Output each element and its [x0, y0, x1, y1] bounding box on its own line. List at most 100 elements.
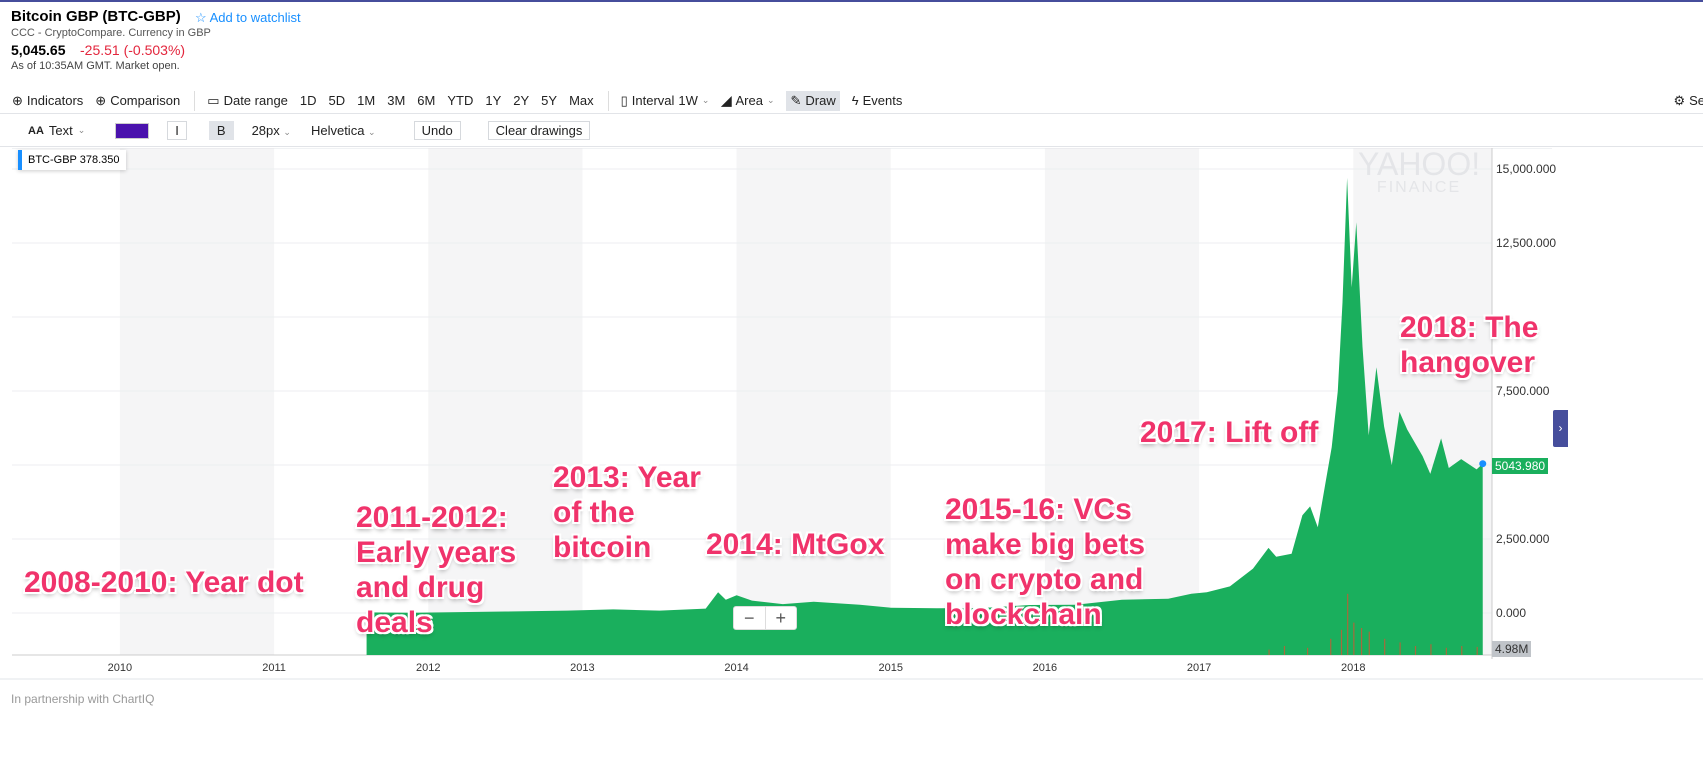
range-max[interactable]: Max — [569, 93, 594, 108]
current-price: 5,045.65 — [11, 42, 66, 58]
indicators-button[interactable]: ⊕ Indicators — [12, 93, 83, 109]
y-tick-label: 2,500.000 — [1496, 532, 1550, 546]
plus-circle-icon: ⊕ — [12, 92, 23, 108]
footer-text: In partnership with ChartIQ — [11, 692, 155, 706]
clear-drawings-button[interactable]: Clear drawings — [487, 121, 591, 140]
range-2y[interactable]: 2Y — [513, 93, 529, 108]
last-price-label: 5043.980 — [1492, 458, 1549, 474]
lightning-icon: ϟ — [851, 93, 859, 108]
text-size-icon: AA — [28, 124, 44, 137]
series-tooltip: BTC-GBP 378.350 — [18, 150, 126, 170]
bold-button[interactable]: B — [208, 121, 234, 140]
annotation-2013[interactable]: 2013: Year of the bitcoin — [553, 460, 701, 565]
chevron-down-icon: ⌄ — [77, 125, 86, 135]
y-tick-label: 0.000 — [1496, 606, 1526, 620]
x-tick-label: 2011 — [262, 662, 286, 674]
drawing-toolbar: AA Text ⌄ I B 28px ⌄ Helvetica ⌄ Undo Clea… — [0, 115, 1703, 147]
text-tool-select[interactable]: AA Text ⌄ — [28, 123, 85, 138]
undo-button[interactable]: Undo — [413, 121, 461, 140]
font-family-select[interactable]: Helvetica ⌄ — [311, 123, 376, 138]
chart-type-button[interactable]: ◢ Area ⌄ — [721, 93, 774, 109]
price-chart[interactable]: 15,000.000 12,500.000 7,500.000 2,500.000 0.… — [0, 148, 1703, 708]
y-tick-label: 7,500.000 — [1496, 384, 1550, 398]
yahoo-finance-watermark: YAHOO! FINANCE — [1358, 146, 1481, 196]
x-tick-label: 2014 — [724, 662, 748, 674]
zoom-in-button[interactable]: + — [766, 607, 797, 629]
volume-bar — [1430, 644, 1432, 655]
font-size-select[interactable]: 28px ⌄ — [252, 123, 291, 138]
annotation-2008-2010[interactable]: 2008-2010: Year dot — [24, 565, 304, 600]
add-to-watchlist-button[interactable]: ☆ Add to watchlist — [195, 10, 301, 26]
x-tick-label: 2010 — [108, 662, 132, 674]
volume-bar — [1347, 593, 1349, 655]
volume-bar — [1340, 629, 1343, 655]
area-chart-icon: ◢ — [721, 92, 732, 108]
year-band — [736, 148, 891, 655]
color-swatch[interactable] — [115, 122, 150, 139]
zoom-out-button[interactable]: − — [734, 607, 766, 629]
last-point-dot — [1479, 460, 1487, 468]
x-tick-label: 2018 — [1341, 662, 1365, 674]
volume-bar — [1368, 631, 1370, 655]
divider — [607, 90, 609, 111]
comparison-button[interactable]: ⊕ Comparison — [95, 93, 180, 109]
gear-icon: ⚙ — [1673, 92, 1686, 108]
x-tick-label: 2017 — [1187, 662, 1211, 674]
volume-bar — [1268, 649, 1270, 655]
range-1y[interactable]: 1Y — [485, 93, 501, 108]
interval-icon: ▯ — [620, 92, 628, 108]
draw-button[interactable]: ✎ Draw — [786, 90, 840, 111]
chevron-down-icon: ⌄ — [701, 95, 710, 105]
last-volume-label: 4.98M — [1492, 641, 1532, 657]
star-icon: ☆ — [195, 10, 207, 25]
interval-button[interactable]: ▯ Interval 1W ⌄ — [621, 93, 710, 109]
annotation-2015-16[interactable]: 2015-16: VCs make big bets on crypto and… — [945, 492, 1145, 632]
volume-bar — [1461, 646, 1463, 655]
price-change: -25.51 (-0.503%) — [80, 42, 186, 58]
volume-bar — [1283, 646, 1286, 655]
y-tick-label: 15,000.000 — [1496, 162, 1556, 176]
as-of-text: As of 10:35AM GMT. Market open. — [11, 60, 180, 72]
volume-bar — [1353, 622, 1355, 655]
volume-bar — [1399, 642, 1401, 655]
volume-bar — [1360, 628, 1363, 655]
chart-toolbar: ⊕ Indicators ⊕ Comparison ▭ Date range 1D 5… — [0, 88, 1703, 114]
annotation-2011-2012[interactable]: 2011-2012: Early years and drug deals — [356, 500, 516, 640]
page-title: Bitcoin GBP (BTC-GBP) — [11, 8, 181, 25]
chevron-right-icon[interactable]: › — [1553, 410, 1568, 447]
plus-circle-icon: ⊕ — [95, 92, 107, 108]
pencil-icon: ✎ — [790, 92, 802, 108]
range-ytd[interactable]: YTD — [447, 93, 473, 108]
volume-bar — [1445, 647, 1447, 655]
settings-button[interactable]: ⚙ Se — [1673, 93, 1703, 109]
annotation-2018[interactable]: 2018: The hangover — [1400, 310, 1538, 380]
x-tick-label: 2016 — [1033, 662, 1057, 674]
chevron-down-icon: ⌄ — [766, 95, 775, 105]
range-3m[interactable]: 3M — [387, 93, 405, 108]
volume-bar — [1384, 638, 1386, 655]
annotation-2014[interactable]: 2014: MtGox — [706, 527, 884, 562]
range-5y[interactable]: 5Y — [541, 93, 557, 108]
chevron-down-icon: ⌄ — [283, 127, 291, 137]
x-tick-label: 2013 — [570, 662, 594, 674]
calendar-icon: ▭ — [207, 92, 220, 108]
range-1m[interactable]: 1M — [357, 93, 375, 108]
x-tick-label: 2015 — [879, 662, 903, 674]
events-button[interactable]: ϟ Events — [852, 93, 903, 108]
volume-bar — [1307, 647, 1309, 655]
source-text: CCC - CryptoCompare. Currency in GBP — [11, 27, 211, 39]
zoom-controls: − + — [733, 606, 797, 630]
chevron-down-icon: ⌄ — [368, 127, 376, 137]
annotation-2017[interactable]: 2017: Lift off — [1140, 415, 1318, 450]
x-tick-label: 2012 — [416, 662, 440, 674]
volume-bar — [1476, 646, 1478, 655]
volume-bar — [1330, 638, 1332, 655]
range-5d[interactable]: 5D — [329, 93, 346, 108]
italic-button[interactable]: I — [167, 121, 187, 140]
range-1d[interactable]: 1D — [300, 93, 317, 108]
date-range-button[interactable]: ▭ Date range — [207, 93, 288, 109]
divider — [194, 90, 196, 111]
y-tick-label: 12,500.000 — [1496, 236, 1556, 250]
range-6m[interactable]: 6M — [417, 93, 435, 108]
volume-bar — [1414, 646, 1417, 655]
